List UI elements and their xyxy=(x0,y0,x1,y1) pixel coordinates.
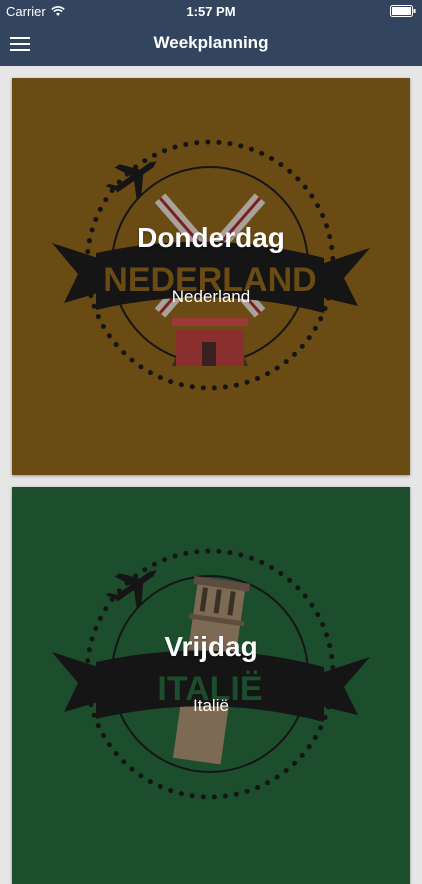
card-country-subtitle: Italië xyxy=(193,696,229,715)
page-title: Weekplanning xyxy=(153,33,269,52)
card-day-title: Donderdag xyxy=(137,222,285,253)
card-day-title: Vrijdag xyxy=(164,631,258,662)
battery-icon xyxy=(390,5,416,20)
card-country-subtitle: Nederland xyxy=(171,287,251,306)
status-time: 1:57 PM xyxy=(186,4,236,19)
day-card-donderdag[interactable]: NEDERLAND Donderdag Nederland xyxy=(12,78,410,475)
status-bar: Carrier 1:57 PM xyxy=(0,0,422,22)
card-illustration: NEDERLAND xyxy=(12,78,410,475)
card-illustration: ITALIË xyxy=(12,487,410,884)
day-card-vrijdag[interactable]: ITALIË Vrijdag Italië xyxy=(12,487,410,884)
navigation-bar: Weekplanning xyxy=(0,22,422,66)
